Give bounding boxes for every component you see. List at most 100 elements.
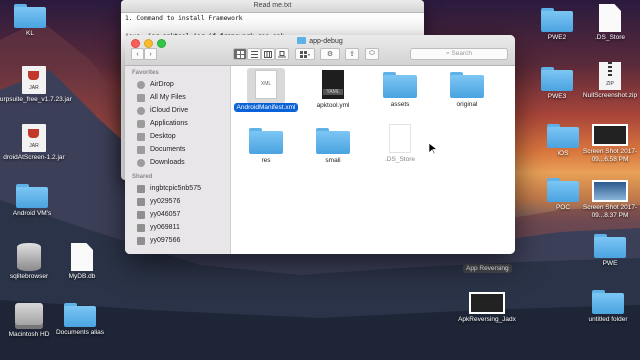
folder-icon	[450, 72, 484, 98]
desktop-file-screenshot-2[interactable]: Screen Shot 2017-09...8.37 PM	[572, 180, 640, 220]
arrange-button[interactable]	[295, 48, 315, 60]
share-button[interactable]: ⇪	[345, 48, 359, 60]
folder-icon	[592, 290, 624, 314]
zip-archive-icon: ZIP	[599, 62, 621, 90]
documents-icon	[137, 145, 145, 154]
cover-flow-icon	[278, 50, 286, 57]
sidebar-item-applications[interactable]: Applications	[125, 117, 230, 130]
desktop-folder-untitled[interactable]: untitled folder	[570, 290, 640, 324]
desktop-folder-android-vms[interactable]: Android VM's	[0, 184, 70, 218]
file-label: AndroidManifest.xml	[233, 103, 299, 112]
document-icon	[389, 124, 411, 153]
edit-tags-button[interactable]: ⬭	[365, 48, 379, 60]
hard-disk-icon	[15, 303, 43, 329]
list-view-icon	[250, 50, 258, 58]
airdrop-icon	[137, 80, 145, 89]
java-jar-icon: JAR	[22, 66, 46, 94]
desktop-folder-kl[interactable]: KL	[0, 4, 68, 38]
screenshot-thumbnail-icon	[592, 124, 628, 146]
editor-titlebar[interactable]: Read me.txt	[121, 0, 424, 13]
desktop-file-nullscreenshot-zip[interactable]: ZIP NullScreenshot.zip	[572, 62, 640, 100]
sidebar-item-shared-host[interactable]: yy097566	[125, 234, 230, 247]
folder-icon	[383, 72, 417, 98]
folder-alias-icon	[64, 303, 96, 327]
folder-icon	[297, 37, 307, 44]
folder-item-res[interactable]: res	[232, 128, 300, 164]
tag-icon: ⬭	[369, 50, 375, 57]
database-icon	[17, 243, 41, 271]
computer-icon	[137, 236, 145, 245]
sidebar-item-shared-host[interactable]: yy069811	[125, 221, 230, 234]
share-icon: ⇪	[349, 51, 355, 58]
column-view-icon	[264, 50, 272, 58]
desktop-icon	[137, 132, 145, 141]
finder-toolbar[interactable]: app-debug ‹ › ⚙ ⇪ ⬭ ⌕ Search	[125, 35, 515, 66]
sidebar-item-shared-host[interactable]: yy046057	[125, 208, 230, 221]
computer-icon	[137, 223, 145, 232]
folder-label: original	[456, 101, 478, 108]
gear-icon: ⚙	[326, 51, 334, 58]
forward-button[interactable]: ›	[144, 48, 157, 60]
editor-title: Read me.txt	[253, 2, 292, 9]
sidebar-item-airdrop[interactable]: AirDrop	[125, 78, 230, 91]
sidebar-item-shared-host[interactable]: ingbtcpic5nb575	[125, 182, 230, 195]
document-icon	[71, 243, 93, 271]
desktop-folder-pwe[interactable]: PWE	[572, 234, 640, 268]
folder-label: assets	[390, 101, 410, 108]
search-icon: ⌕	[445, 50, 450, 57]
action-gear-button[interactable]: ⚙	[320, 48, 340, 60]
xml-file-icon: XML	[255, 70, 277, 99]
folder-item-original[interactable]: original	[433, 72, 501, 108]
file-item-androidmanifest[interactable]: XML AndroidManifest.xml	[232, 68, 300, 112]
window-title: app-debug	[125, 37, 515, 45]
screenshot-thumbnail-icon	[469, 292, 505, 314]
computer-icon	[137, 184, 145, 193]
all-files-icon	[137, 93, 145, 102]
downloads-icon	[137, 158, 145, 167]
sidebar-header-favorites: Favorites	[132, 70, 159, 76]
sidebar-header-shared: Shared	[132, 174, 153, 180]
icon-view-button[interactable]	[233, 48, 247, 60]
folder-icon	[16, 184, 48, 208]
cover-flow-button[interactable]	[275, 48, 289, 60]
desktop-file-burpsuite[interactable]: JAR burpsuite_free_v1.7.23.jar	[0, 66, 72, 104]
arrange-grid-icon	[300, 50, 310, 58]
screenshot-thumbnail-icon	[592, 180, 628, 202]
desktop-folder-documents-alias[interactable]: Documents alias	[42, 303, 118, 337]
desktop-file-screenshot-1[interactable]: Screen Shot 2017-09...6.58 PM	[572, 124, 640, 164]
document-icon	[599, 4, 621, 32]
folder-item-assets[interactable]: assets	[366, 72, 434, 108]
file-item-apktool-yml[interactable]: YAML apktool.yml	[299, 70, 367, 109]
sidebar-item-documents[interactable]: Documents	[125, 143, 230, 156]
finder-sidebar: Favorites AirDrop All My Files iCloud Dr…	[125, 66, 231, 254]
sidebar-item-desktop[interactable]: Desktop	[125, 130, 230, 143]
editor-line: 1. Command to install Framework	[125, 15, 243, 22]
folder-item-smali[interactable]: smali	[299, 128, 367, 164]
desktop-file-ds-store[interactable]: .DS_Store	[572, 4, 640, 42]
desktop-file-mydb[interactable]: MyDB.db	[44, 243, 120, 281]
computer-icon	[137, 197, 145, 206]
column-view-button[interactable]	[261, 48, 275, 60]
folder-icon	[316, 128, 350, 154]
sidebar-item-icloud-drive[interactable]: iCloud Drive	[125, 104, 230, 117]
desktop-file-apkreversing-jadx[interactable]: ApkReversing_Jadx	[449, 292, 525, 324]
finder-content-area[interactable]: XML AndroidManifest.xml YAML apktool.yml…	[231, 66, 515, 254]
grid-view-icon	[236, 50, 244, 58]
folder-label: res	[261, 157, 271, 164]
folder-icon	[541, 67, 573, 91]
yaml-file-icon: YAML	[322, 70, 344, 99]
folder-icon	[594, 234, 626, 258]
list-view-button[interactable]	[247, 48, 261, 60]
sidebar-item-shared-host[interactable]: yy029576	[125, 195, 230, 208]
file-item-ds-store[interactable]: .DS_Store	[366, 124, 434, 163]
sidebar-item-all-my-files[interactable]: All My Files	[125, 91, 230, 104]
folder-icon	[541, 8, 573, 32]
folder-icon	[249, 128, 283, 154]
desktop-label-app-reversing[interactable]: App Reversing	[463, 264, 512, 273]
sidebar-item-downloads[interactable]: Downloads	[125, 156, 230, 169]
finder-window[interactable]: app-debug ‹ › ⚙ ⇪ ⬭ ⌕ Search Favorites A…	[125, 35, 515, 254]
search-field[interactable]: ⌕ Search	[410, 48, 508, 60]
desktop-file-droidatscreen[interactable]: JAR droidAtScreen-1.2.jar	[0, 124, 72, 162]
back-button[interactable]: ‹	[131, 48, 144, 60]
folder-label: smali	[325, 157, 341, 164]
